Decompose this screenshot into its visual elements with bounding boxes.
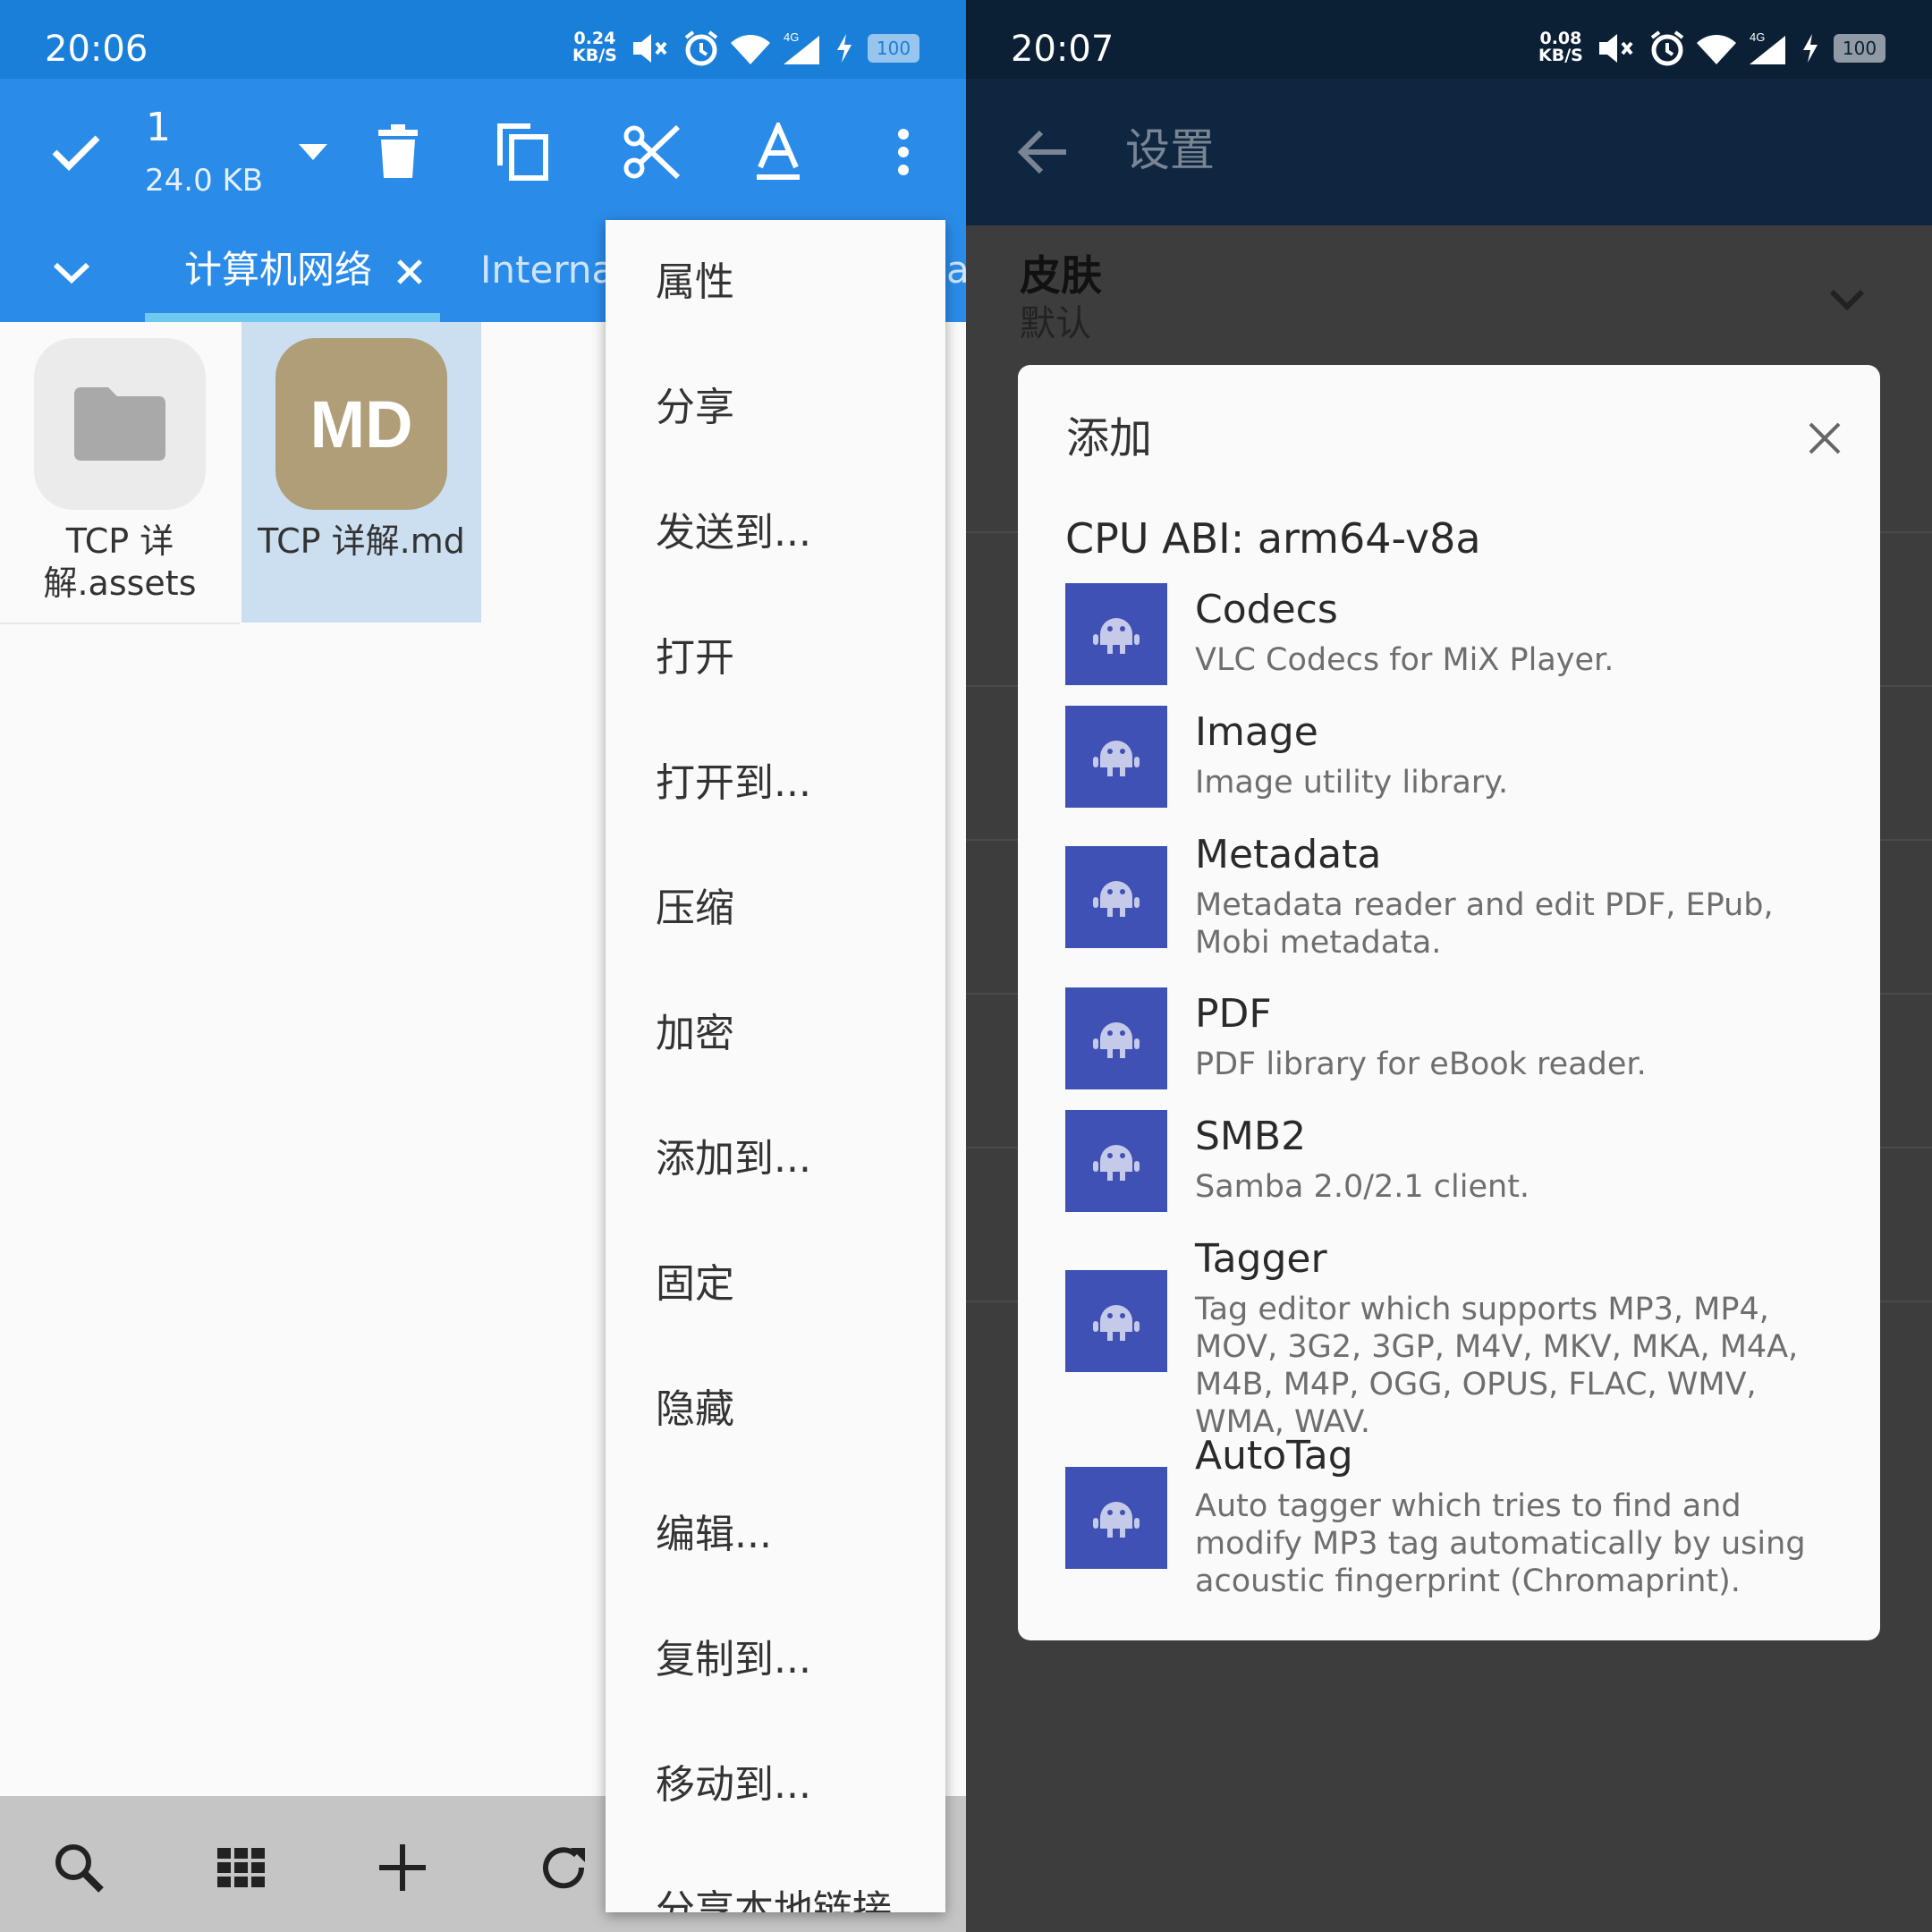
- android-icon[interactable]: [1065, 706, 1167, 808]
- chevron-down-icon[interactable]: [1825, 277, 1869, 322]
- back-arrow-icon[interactable]: [1011, 116, 1073, 188]
- svg-text:4G: 4G: [784, 30, 799, 44]
- plugin-description: Samba 2.0/2.1 client.: [1195, 1169, 1530, 1205]
- file-manager-screen: 20:06 0.24 KB/S 4G 100 1 24.0 KB 计算机网络 I…: [0, 0, 966, 1932]
- android-icon[interactable]: [1065, 1467, 1167, 1569]
- plugin-title[interactable]: SMB2: [1195, 1112, 1306, 1162]
- menu-item-properties[interactable]: 属性: [606, 220, 945, 345]
- plugin-description: PDF library for eBook reader.: [1195, 1046, 1647, 1082]
- cpu-abi-label: CPU ABI: arm64-v8a: [1065, 514, 1481, 563]
- plugin-description: Image utility library.: [1195, 765, 1509, 801]
- cell-signal-icon: 4G: [780, 29, 823, 68]
- menu-item-share-local-link[interactable]: 分享本地链接: [606, 1848, 945, 1912]
- menu-item-add-to[interactable]: 添加到...: [606, 1097, 945, 1222]
- dialog-title: 添加: [1066, 413, 1153, 463]
- plugin-description: Auto tagger which tries to find and modi…: [1195, 1488, 1806, 1599]
- delete-icon[interactable]: [367, 116, 429, 188]
- alarm-icon: [1648, 29, 1687, 68]
- menu-item-hide[interactable]: 隐藏: [606, 1347, 945, 1472]
- tab-computer-network[interactable]: 计算机网络: [184, 247, 372, 293]
- battery-indicator: 100: [868, 34, 919, 63]
- menu-item-open[interactable]: 打开: [606, 596, 945, 721]
- cell-signal-icon: 4G: [1746, 29, 1789, 68]
- mute-icon: [630, 29, 669, 68]
- tab-partial[interactable]: a: [946, 247, 966, 293]
- markdown-file-icon: MD: [275, 338, 447, 510]
- menu-item-open-with[interactable]: 打开到...: [606, 721, 945, 846]
- search-icon[interactable]: [43, 1832, 114, 1903]
- file-name: TCP 详解.md: [258, 521, 465, 561]
- file-name: TCP 详解.assets: [43, 521, 197, 603]
- grid-icon[interactable]: [206, 1832, 277, 1903]
- plugin-title[interactable]: Metadata: [1195, 830, 1381, 880]
- svg-text:4G: 4G: [1750, 30, 1765, 44]
- menu-item-move-to[interactable]: 移动到...: [606, 1723, 945, 1848]
- android-icon[interactable]: [1065, 583, 1167, 685]
- plugin-title[interactable]: AutoTag: [1195, 1431, 1353, 1481]
- charging-icon: [1798, 29, 1823, 68]
- rename-icon[interactable]: [742, 116, 814, 188]
- skin-setting-value: 默认: [1020, 303, 1091, 344]
- plugin-title[interactable]: Image: [1195, 708, 1318, 758]
- status-time: 20:06: [45, 29, 148, 70]
- charging-icon: [832, 29, 857, 68]
- menu-item-compress[interactable]: 压缩: [606, 846, 945, 971]
- settings-screen: 20:07 0.08 KB/S 4G 100 设置 皮肤 默认 添加 CPU A…: [966, 0, 1932, 1932]
- menu-item-copy-to[interactable]: 复制到...: [606, 1597, 945, 1723]
- plugin-title[interactable]: Tagger: [1195, 1234, 1327, 1284]
- status-time: 20:07: [1011, 29, 1114, 70]
- network-speed: 0.24 KB/S: [572, 29, 617, 65]
- file-item-folder[interactable]: TCP 详解.assets: [0, 322, 240, 624]
- menu-item-encrypt[interactable]: 加密: [606, 971, 945, 1097]
- close-tab-icon[interactable]: [392, 254, 428, 290]
- cut-icon[interactable]: [617, 116, 689, 188]
- more-icon[interactable]: [886, 116, 921, 188]
- check-icon[interactable]: [45, 125, 107, 179]
- chevron-down-icon[interactable]: [49, 255, 94, 291]
- active-tab-indicator: [145, 313, 440, 322]
- menu-item-send-to[interactable]: 发送到...: [606, 470, 945, 596]
- battery-indicator: 100: [1834, 34, 1885, 63]
- plugin-description: Metadata reader and edit PDF, EPub, Mobi…: [1195, 887, 1774, 961]
- app-bar: [966, 79, 1932, 225]
- refresh-icon[interactable]: [528, 1832, 599, 1903]
- page-title: 设置: [1125, 124, 1215, 176]
- copy-icon[interactable]: [492, 116, 555, 188]
- status-bar: 20:07 0.08 KB/S 4G 100: [966, 0, 1932, 79]
- close-icon[interactable]: [1798, 411, 1852, 465]
- wifi-icon: [1696, 29, 1737, 68]
- plugin-description: Tag editor which supports MP3, MP4, MOV,…: [1195, 1292, 1799, 1440]
- selection-count: 1: [146, 105, 171, 150]
- network-speed: 0.08 KB/S: [1538, 29, 1583, 65]
- menu-item-pin[interactable]: 固定: [606, 1222, 945, 1347]
- context-menu: 属性 分享 发送到... 打开 打开到... 压缩 加密 添加到... 固定 隐…: [606, 220, 945, 1912]
- alarm-icon: [682, 29, 721, 68]
- status-bar: 20:06 0.24 KB/S 4G 100: [0, 0, 966, 79]
- wifi-icon: [730, 29, 771, 68]
- mute-icon: [1596, 29, 1635, 68]
- folder-icon: [34, 338, 206, 510]
- add-icon[interactable]: [367, 1832, 438, 1903]
- skin-setting-title[interactable]: 皮肤: [1020, 250, 1102, 301]
- android-icon[interactable]: [1065, 846, 1167, 948]
- android-icon[interactable]: [1065, 987, 1167, 1089]
- menu-item-share[interactable]: 分享: [606, 345, 945, 470]
- selection-size: 24.0 KB: [145, 163, 264, 199]
- plugin-title[interactable]: Codecs: [1195, 585, 1338, 635]
- dropdown-icon[interactable]: [291, 134, 335, 170]
- plugin-description: VLC Codecs for MiX Player.: [1195, 642, 1614, 678]
- menu-item-edit[interactable]: 编辑...: [606, 1472, 945, 1597]
- android-icon[interactable]: [1065, 1270, 1167, 1372]
- android-icon[interactable]: [1065, 1110, 1167, 1212]
- tab-internal[interactable]: Internal: [480, 247, 625, 293]
- file-item-md[interactable]: MD TCP 详解.md: [242, 322, 481, 623]
- plugin-title[interactable]: PDF: [1195, 989, 1272, 1039]
